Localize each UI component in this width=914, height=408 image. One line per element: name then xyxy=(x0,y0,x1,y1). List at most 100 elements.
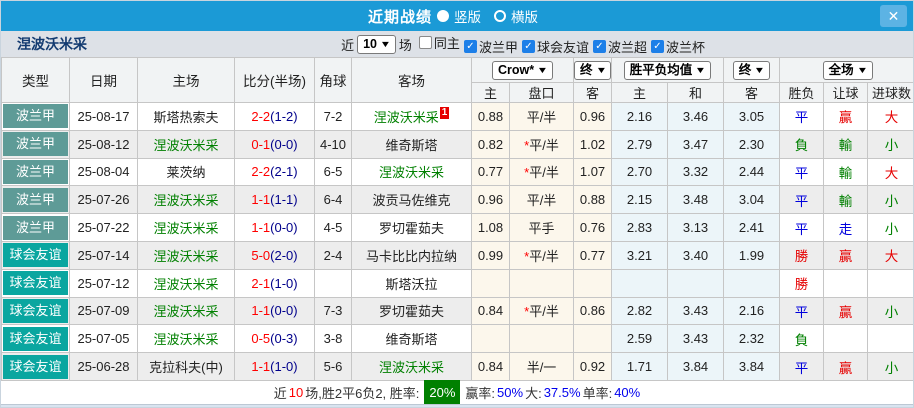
fulltime-score: 0-1 xyxy=(251,136,271,152)
avg-draw: 3.47 xyxy=(667,129,725,159)
away-team: 马卡比比内拉纳 xyxy=(351,240,472,270)
checkbox-label: 球会友谊 xyxy=(536,39,589,55)
summary-segment: 20% xyxy=(424,380,461,405)
score: 1-1(0-0) xyxy=(234,213,315,242)
result-handicap xyxy=(823,268,869,298)
result-handicap: 贏 xyxy=(823,296,869,326)
match-date: 25-07-22 xyxy=(69,213,138,242)
league-type-badge: 波兰甲 xyxy=(3,187,68,212)
league-type-badge: 球会友谊 xyxy=(3,354,68,379)
panel-title: 近期战绩 xyxy=(367,8,432,26)
handicap: 半/一 xyxy=(508,352,575,381)
avg-win xyxy=(611,268,669,298)
checkbox-label: 同主 xyxy=(433,35,460,51)
col-header-home: 主场 xyxy=(137,57,235,103)
league-filter-checkbox[interactable]: 同主 xyxy=(418,33,460,52)
avg-win: 2.83 xyxy=(611,213,669,242)
league-type-badge: 波兰甲 xyxy=(3,132,68,157)
home-team: 涅波沃米采 xyxy=(137,296,235,326)
league-filter-checkbox[interactable]: ✓ 波兰甲 xyxy=(463,37,518,56)
corner-score: 4-5 xyxy=(314,213,352,242)
result-winlose: 勝 xyxy=(779,268,825,298)
summary-bar: 近 10 场,胜2平6负2, 胜率: 20% 赢率: 50% 大: 37.5% 单率: 40% xyxy=(1,380,913,405)
fulltime-score: 5-0 xyxy=(251,247,271,263)
checkbox-icon: ✓ xyxy=(463,39,477,53)
radio-horizontal-layout[interactable] xyxy=(494,10,506,22)
avg-win: 2.15 xyxy=(611,185,669,215)
radio-vertical-layout[interactable] xyxy=(437,10,449,22)
away-team: 波贡马佐维克 xyxy=(351,185,472,215)
radio-horizontal-label[interactable]: 横版 xyxy=(511,6,538,26)
score: 2-2(2-1) xyxy=(234,157,315,187)
avg-draw: 3.84 xyxy=(667,352,725,381)
home-team: 涅波沃米采 xyxy=(137,240,235,270)
odds-home: 0.84 xyxy=(471,352,510,381)
score: 0-1(0-0) xyxy=(234,129,315,159)
avg-win: 2.70 xyxy=(611,157,669,187)
result-winlose: 勝 xyxy=(779,240,825,270)
corner-score: 4-10 xyxy=(314,129,352,159)
sub-header-result: 胜负 xyxy=(779,82,825,103)
result-winlose: 負 xyxy=(779,324,825,354)
league-filter-checkbox[interactable]: ✓ 波兰超 xyxy=(592,37,647,56)
col-header-score: 比分(半场) xyxy=(234,57,315,103)
result-goals: 小 xyxy=(867,185,913,215)
league-type-cell: 波兰甲 xyxy=(1,185,70,215)
radio-vertical-label[interactable]: 竖版 xyxy=(454,6,481,26)
halftime-score: (0-0) xyxy=(270,220,298,236)
scope-select[interactable]: 全场 ▼ xyxy=(822,60,873,80)
odds-home: 0.77 xyxy=(471,157,510,187)
score: 2-2(1-2) xyxy=(234,102,315,131)
halftime-score: (0-3) xyxy=(270,331,298,347)
bookmaker-select[interactable]: Crow* ▼ xyxy=(491,60,554,80)
corner-score: 6-5 xyxy=(314,157,352,187)
score: 1-1(1-0) xyxy=(234,352,315,381)
halftime-score: (0-0) xyxy=(270,136,298,152)
avg-select[interactable]: 胜平负均值 ▼ xyxy=(623,60,712,80)
handicap xyxy=(508,324,575,354)
avg-draw: 3.48 xyxy=(667,185,725,215)
odds-away: 1.07 xyxy=(573,157,613,187)
avg-win: 1.71 xyxy=(611,352,669,381)
sub-header-handicap: 盘口 xyxy=(508,82,575,103)
table-row: 球会友谊 25-07-12 涅波沃米采 2-1(1-0) 斯塔沃拉 勝 xyxy=(1,268,913,298)
odds-time-select[interactable]: 终 ▼ xyxy=(574,60,612,80)
halftime-score: (0-0) xyxy=(270,303,298,319)
sub-header-avg-away: 客 xyxy=(723,82,781,103)
bookmaker-select-cell: Crow* ▼ xyxy=(470,57,575,83)
result-goals xyxy=(867,268,913,298)
checkbox-label: 波兰超 xyxy=(607,39,647,55)
sub-header-avg-home: 主 xyxy=(611,82,669,103)
summary-segment: 场,胜2平6负2, 胜率: xyxy=(305,385,420,401)
match-count-select[interactable]: 10 ▼ xyxy=(357,34,396,54)
league-filter-checkbox[interactable]: ✓ 波兰杯 xyxy=(650,37,705,56)
filter-bar: 涅波沃米采 近 10 ▼ 场 同主 ✓ 波兰甲 ✓ 球会友谊 ✓ 波兰超 ✓ 波兰… xyxy=(1,31,913,57)
odds-away: 0.88 xyxy=(573,185,613,215)
odds-away: 0.86 xyxy=(573,296,613,326)
results-table: 类型 日期 主场 比分(半场) 角球 客场 Crow* ▼ 终 ▼ 胜平负均值 ▼ 终… xyxy=(1,57,913,381)
away-team: 罗切霍茹夫 xyxy=(351,296,472,326)
title-bar: 近期战绩 竖版 横版 ✕ xyxy=(1,1,913,31)
handicap: 平/半 xyxy=(508,185,575,215)
odds-time-select-cell: 终 ▼ xyxy=(573,57,613,83)
league-filter-checkbox[interactable]: ✓ 球会友谊 xyxy=(521,37,589,56)
result-goals: 小 xyxy=(867,213,913,242)
handicap xyxy=(508,268,575,298)
result-winlose: 平 xyxy=(779,352,825,381)
handicap: *平/半 xyxy=(508,157,575,187)
col-header-date: 日期 xyxy=(69,57,138,103)
avg-select-cell: 胜平负均值 ▼ xyxy=(611,57,725,83)
match-date: 25-08-12 xyxy=(69,129,138,159)
sub-header-avg-draw: 和 xyxy=(667,82,725,103)
league-type-cell: 球会友谊 xyxy=(1,240,70,270)
avg-time-select[interactable]: 终 ▼ xyxy=(732,60,771,80)
avg-draw: 3.43 xyxy=(667,324,725,354)
close-icon[interactable]: ✕ xyxy=(880,5,907,27)
home-team: 涅波沃米采 xyxy=(137,213,235,242)
avg-win: 3.21 xyxy=(611,240,669,270)
score: 1-1(1-1) xyxy=(234,185,315,215)
odds-away: 0.76 xyxy=(573,213,613,242)
checkbox-icon: ✓ xyxy=(592,39,606,53)
result-handicap: 贏 xyxy=(823,240,869,270)
checkbox-label: 波兰杯 xyxy=(665,39,705,55)
